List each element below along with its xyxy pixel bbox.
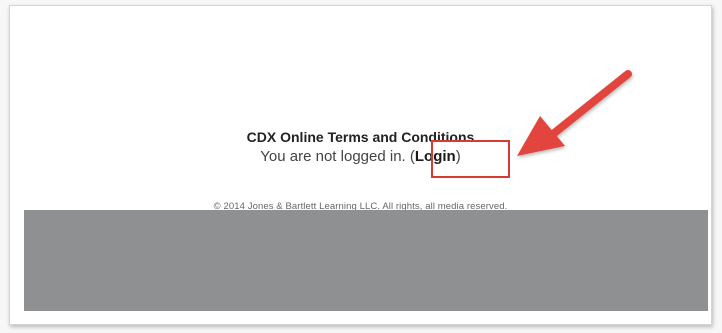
login-status-prefix: You are not logged in. ( (260, 148, 415, 165)
footer-band (24, 210, 708, 311)
login-status: You are not logged in. (Login) (10, 148, 711, 165)
login-highlight-box (431, 140, 510, 178)
screenshot-stage: CDX Online Terms and Conditions You are … (0, 0, 722, 333)
terms-title: CDX Online Terms and Conditions (246, 129, 475, 145)
